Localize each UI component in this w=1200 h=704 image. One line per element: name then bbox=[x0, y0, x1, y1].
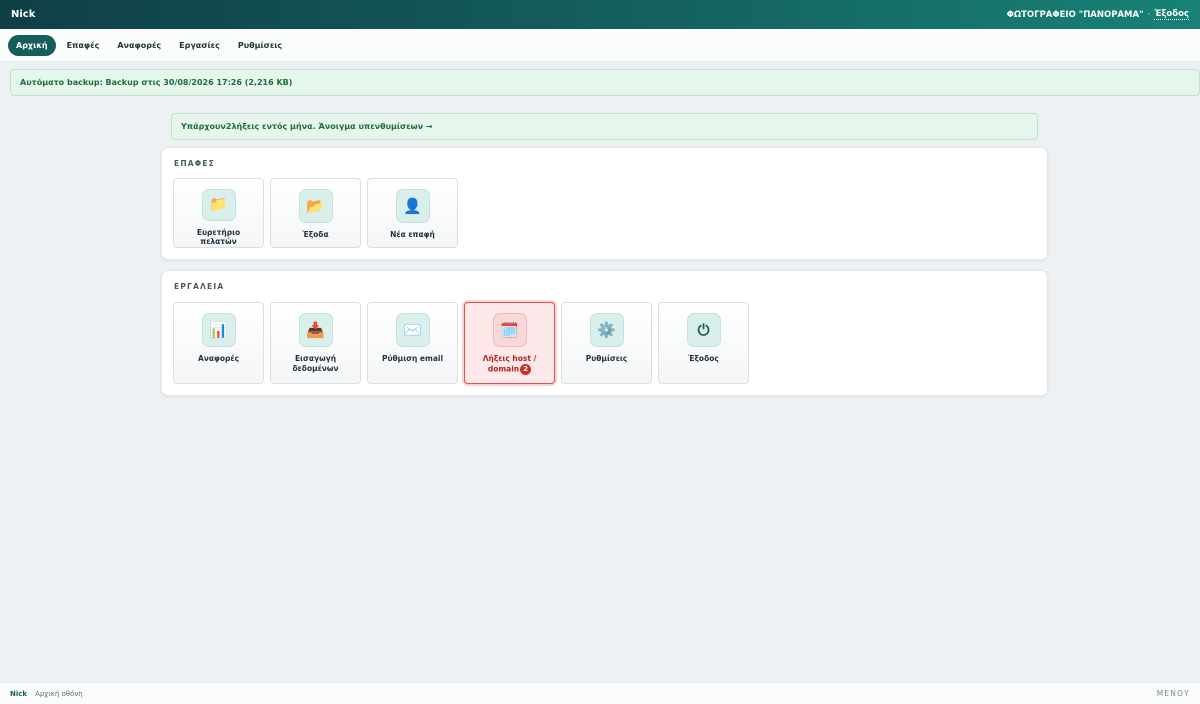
contacts-tiles: 📁 Ευρετήριο πελατών 📂 Έξοδα 👤 Νέα επαφή bbox=[173, 178, 458, 248]
bar-chart-icon: 📊 bbox=[201, 313, 236, 347]
contacts-section-title: ΕΠΑΦΕΣ bbox=[174, 159, 216, 168]
company-name: ΦΩΤΟΓΡΑΦΕΙΟ "ΠΑΝΟΡΑΜΑ" bbox=[1006, 9, 1144, 20]
tile-label: Νέα επαφή bbox=[390, 230, 435, 239]
new-contact-tile[interactable]: 👤 Νέα επαφή bbox=[367, 178, 458, 248]
backup-notice: Αυτόματο backup: Backup στις 30/08/2026 … bbox=[10, 69, 1200, 96]
tools-section-title: ΕΡΓΑΛΕΙΑ bbox=[174, 282, 225, 291]
host-domain-expiry-tile[interactable]: 🗓️ Λήξεις host / domain 2 bbox=[464, 302, 555, 384]
tile-label: Ρύθμιση email bbox=[381, 354, 444, 363]
email-settings-tile[interactable]: ✉️ Ρύθμιση email bbox=[367, 302, 458, 384]
tile-label: Λήξεις host / domain 2 bbox=[465, 354, 554, 375]
open-folder-icon: 📂 bbox=[298, 189, 333, 223]
status-bar: Nick Αρχική οθόνη ΜΕΝΟΥ bbox=[0, 682, 1200, 704]
exit-tile[interactable]: ⏻ Έξοδος bbox=[658, 302, 749, 384]
top-bar-right: ΦΩΤΟΓΡΑΦΕΙΟ "ΠΑΝΟΡΑΜΑ" · Έξοδος bbox=[1007, 9, 1189, 20]
tab-home[interactable]: Αρχική bbox=[8, 34, 56, 56]
tile-label: Έξοδα bbox=[302, 230, 329, 239]
tile-label: Εισαγωγή δεδομένων bbox=[292, 354, 339, 373]
tools-section: ΕΡΓΑΛΕΙΑ 📊 Αναφορές 📥 Εισαγωγή δεδομένων… bbox=[161, 270, 1048, 396]
folder-icon: 📁 bbox=[201, 189, 236, 221]
menu-button[interactable]: ΜΕΝΟΥ bbox=[1157, 689, 1190, 698]
calendar-icon: 🗓️ bbox=[492, 313, 527, 347]
expenses-tile[interactable]: 📂 Έξοδα bbox=[270, 178, 361, 248]
top-bar-user: Nick bbox=[11, 9, 36, 20]
logout-link[interactable]: Έξοδος bbox=[1154, 9, 1189, 20]
contacts-section: ΕΠΑΦΕΣ 📁 Ευρετήριο πελατών 📂 Έξοδα 👤 Νέα… bbox=[161, 147, 1048, 260]
status-screen-name: Αρχική οθόνη bbox=[35, 689, 83, 698]
tab-reports[interactable]: Αναφορές bbox=[110, 35, 168, 56]
tile-label: Αναφορές bbox=[197, 354, 240, 363]
tile-label: Έξοδος bbox=[688, 354, 719, 363]
reminder-suffix: λήξεις εντός μήνα. Άνοιγμα υπενθυμίσεων … bbox=[231, 122, 433, 131]
tab-settings[interactable]: Ρυθμίσεις bbox=[231, 35, 289, 56]
expiry-count-badge: 2 bbox=[520, 363, 532, 375]
tab-jobs[interactable]: Εργασίες bbox=[172, 35, 227, 56]
gear-icon: ⚙️ bbox=[589, 313, 624, 347]
envelope-icon: ✉️ bbox=[395, 313, 430, 347]
reminder-prefix: Υπάρχουν bbox=[181, 122, 226, 131]
tile-label: Ρυθμίσεις bbox=[585, 354, 628, 363]
expiry-reminder-link[interactable]: Υπάρχουν 2 λήξεις εντός μήνα. Άνοιγμα υπ… bbox=[171, 113, 1038, 140]
tools-tiles: 📊 Αναφορές 📥 Εισαγωγή δεδομένων ✉️ Ρύθμι… bbox=[173, 302, 749, 384]
top-bar-separator: · bbox=[1147, 9, 1151, 20]
settings-tile[interactable]: ⚙️ Ρυθμίσεις bbox=[561, 302, 652, 384]
main-nav: Αρχική Επαφές Αναφορές Εργασίες Ρυθμίσει… bbox=[0, 29, 1200, 62]
status-user: Nick bbox=[10, 689, 28, 698]
customer-index-tile[interactable]: 📁 Ευρετήριο πελατών bbox=[173, 178, 264, 248]
inbox-tray-icon: 📥 bbox=[298, 313, 333, 347]
tab-contacts[interactable]: Επαφές bbox=[60, 35, 107, 56]
top-bar: Nick ΦΩΤΟΓΡΑΦΕΙΟ "ΠΑΝΟΡΑΜΑ" · Έξοδος bbox=[0, 0, 1200, 29]
reports-tile[interactable]: 📊 Αναφορές bbox=[173, 302, 264, 384]
user-icon: 👤 bbox=[395, 189, 430, 223]
power-icon: ⏻ bbox=[686, 313, 721, 347]
tile-label: Ευρετήριο πελατών bbox=[196, 227, 241, 247]
data-import-tile[interactable]: 📥 Εισαγωγή δεδομένων bbox=[270, 302, 361, 384]
